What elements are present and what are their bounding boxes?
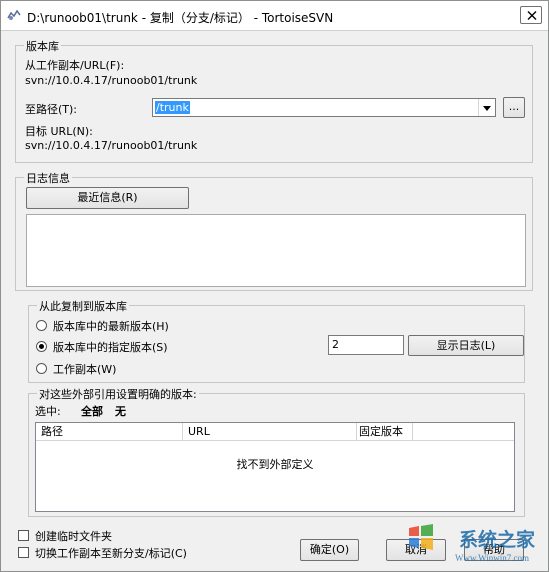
chevron-down-icon[interactable] [478, 99, 495, 116]
tortoisesvn-icon [7, 9, 21, 20]
column-path[interactable]: 路径 [36, 423, 183, 441]
copy-source-legend: 从此复制到版本库 [37, 298, 129, 314]
ok-button[interactable]: 确定(O) [300, 539, 359, 561]
target-url-label: 目标 URL(N): [25, 125, 93, 138]
watermark-brand: 系统之家 [459, 529, 536, 551]
window-title: D:\runoob01\trunk - 复制（分支/标记） - Tortoise… [27, 11, 334, 25]
close-icon [527, 11, 537, 20]
select-label: 选中: [35, 405, 61, 418]
show-log-button[interactable]: 显示日志(L) [408, 335, 524, 356]
column-pegged-revision[interactable]: 固定版本 [357, 423, 413, 441]
browse-button[interactable]: ... [503, 97, 525, 118]
externals-empty-message: 找不到外部定义 [236, 458, 314, 471]
to-path-label: 至路径(T): [25, 103, 78, 116]
externals-list-header: 路径 URL 固定版本 [36, 423, 514, 441]
watermark-url: Www.Winwin7.com [455, 553, 530, 563]
radio-specific-label[interactable]: 版本库中的指定版本(S) [53, 339, 168, 355]
log-message-textarea[interactable] [26, 214, 526, 287]
externals-list[interactable]: 路径 URL 固定版本 找不到外部定义 [35, 422, 515, 512]
log-legend: 日志信息 [24, 170, 72, 186]
temp-folder-checkbox[interactable] [18, 530, 29, 541]
recent-messages-button[interactable]: 最近信息(R) [26, 187, 189, 209]
radio-specific-indicator[interactable] [36, 341, 47, 352]
radio-head-indicator[interactable] [36, 320, 47, 331]
switch-wc-label[interactable]: 切换工作副本至新分支/标记(C) [35, 545, 187, 561]
radio-wc-indicator[interactable] [36, 363, 47, 374]
revision-input[interactable]: 2 [328, 335, 404, 355]
select-none-link[interactable]: 无 [115, 403, 126, 419]
radio-head-label[interactable]: 版本库中的最新版本(H) [53, 318, 169, 334]
to-path-combobox[interactable]: /trunk [152, 98, 496, 117]
repository-legend: 版本库 [24, 38, 61, 54]
select-all-link[interactable]: 全部 [81, 403, 103, 419]
watermark: 系统之家 Www.Winwin7.com [401, 521, 549, 571]
to-path-value: /trunk [155, 101, 190, 114]
externals-legend: 对这些外部引用设置明确的版本: [37, 386, 199, 402]
target-url-value: svn://10.0.4.17/runoob01/trunk [25, 139, 198, 152]
radio-wc-label[interactable]: 工作副本(W) [53, 361, 116, 377]
from-label: 从工作副本/URL(F): [25, 59, 125, 72]
copy-branch-tag-dialog: D:\runoob01\trunk - 复制（分支/标记） - Tortoise… [0, 0, 549, 572]
temp-folder-label[interactable]: 创建临时文件夹 [35, 528, 112, 544]
from-value: svn://10.0.4.17/runoob01/trunk [25, 74, 198, 87]
title-bar[interactable]: D:\runoob01\trunk - 复制（分支/标记） - Tortoise… [1, 1, 548, 31]
switch-wc-checkbox[interactable] [18, 547, 29, 558]
close-button[interactable] [520, 6, 542, 24]
windows-logo-icon [409, 524, 433, 550]
column-url[interactable]: URL [183, 423, 357, 441]
